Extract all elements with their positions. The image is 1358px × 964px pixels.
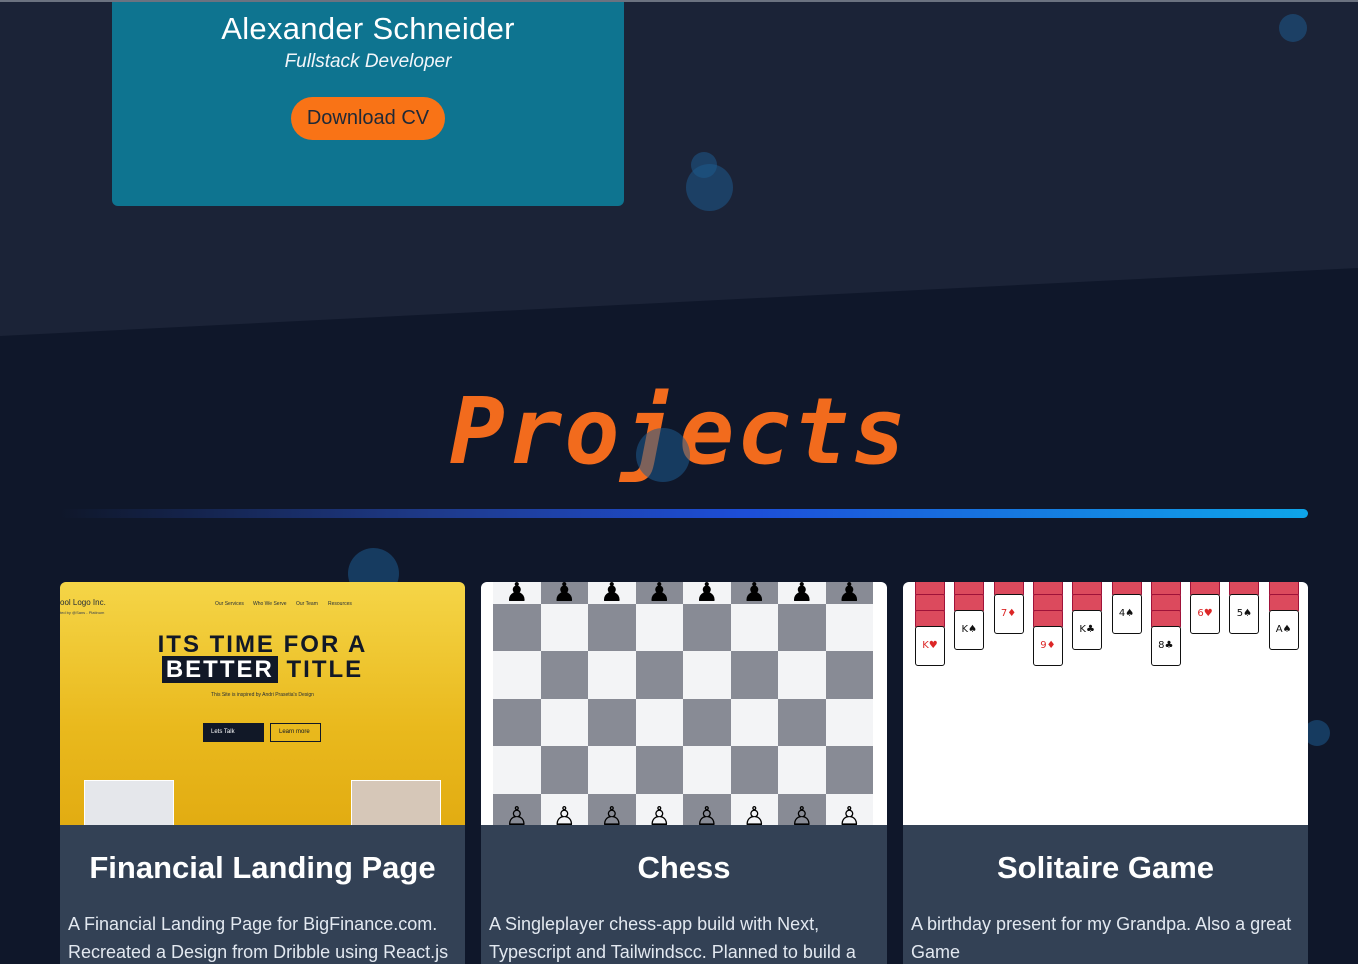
chess-square xyxy=(825,746,873,794)
project-description: A birthday present for my Grandpa. Also … xyxy=(911,914,1292,962)
playing-card-face: K♥ xyxy=(915,626,945,666)
thumb-logo: ool Logo Inc. xyxy=(60,598,106,607)
chess-square xyxy=(493,746,541,794)
thumb-photo xyxy=(351,780,441,825)
chess-square xyxy=(493,698,541,746)
chess-square xyxy=(635,746,683,794)
playing-card-face: K♠ xyxy=(954,610,985,650)
white-pawn-icon: ♙ xyxy=(790,802,814,825)
black-pawn-icon: ♟ xyxy=(552,582,576,608)
chess-square xyxy=(588,651,636,699)
chess-square xyxy=(493,651,541,699)
chess-square xyxy=(825,698,873,746)
decorative-bubble xyxy=(691,152,717,178)
white-pawn-icon: ♙ xyxy=(647,802,671,825)
project-description: A Singleplayer chess-app build with Next… xyxy=(489,914,856,962)
financial-thumbnail[interactable]: ool Logo Inc. ted by @Sans - Platinum Ou… xyxy=(60,582,465,825)
playing-card-face: 4♠ xyxy=(1111,594,1142,634)
chess-square xyxy=(730,651,778,699)
chess-square xyxy=(778,746,826,794)
project-description: A Financial Landing Page for BigFinance.… xyxy=(68,914,449,962)
profile-name: Alexander Schneider xyxy=(221,11,515,46)
chess-square xyxy=(588,698,636,746)
chess-square xyxy=(588,603,636,651)
chess-square xyxy=(778,651,826,699)
thumb-nav-item: Resources xyxy=(328,601,352,607)
chess-square xyxy=(730,746,778,794)
thumb-logo-sub: ted by @Sans - Platinum xyxy=(60,610,105,615)
white-pawn-icon: ♙ xyxy=(837,802,861,825)
thumb-nav-item: Our Team xyxy=(296,601,318,607)
thumb-learn-more-button: Learn more xyxy=(270,723,321,742)
playing-card-face: 7♦ xyxy=(993,594,1024,634)
thumb-nav-item: Our Services xyxy=(215,601,244,607)
chess-square xyxy=(683,651,731,699)
chess-square xyxy=(778,698,826,746)
black-pawn-icon: ♟ xyxy=(790,582,814,608)
thumb-photo xyxy=(84,780,174,825)
profile-card: Alexander Schneider Fullstack Developer … xyxy=(112,2,624,206)
black-pawn-icon: ♟ xyxy=(695,582,719,608)
project-card-financial[interactable]: ool Logo Inc. ted by @Sans - Platinum Ou… xyxy=(60,582,465,964)
chess-square xyxy=(825,603,873,651)
chess-square xyxy=(635,603,683,651)
chess-square xyxy=(683,698,731,746)
chess-square xyxy=(540,746,588,794)
project-title: Financial Landing Page xyxy=(89,850,436,885)
white-pawn-icon: ♙ xyxy=(695,802,719,825)
thumb-lets-talk-button: Lets Talk xyxy=(203,723,264,742)
chess-square xyxy=(683,603,731,651)
playing-card-face: 9♦ xyxy=(1032,626,1063,666)
chess-square xyxy=(588,746,636,794)
chess-square xyxy=(540,698,588,746)
thumb-headline-rest: TITLE xyxy=(286,656,364,683)
profile-role: Fullstack Developer xyxy=(284,51,452,72)
decorative-bubble xyxy=(1279,14,1307,42)
project-card-chess[interactable]: ♟ ♙ ♟ ♙ ♟ ♙ ♟ ♙ ♟ ♙ ♟ ♙ ♟ ♙ ♟ ♙ Chess A Singleplayer ch… xyxy=(481,582,887,964)
project-card-solitaire[interactable]: K♥ K♠ 7♦ 9♦ K♣ 4♠ 8♣ 6♥ 5♠ A♠ Solitaire Game A bi… xyxy=(903,582,1308,964)
chess-square xyxy=(730,698,778,746)
chess-square xyxy=(683,746,731,794)
white-pawn-icon: ♙ xyxy=(505,802,529,825)
thumb-headline: ITS TIME FOR A BETTER TITLE xyxy=(60,631,465,683)
project-title: Chess xyxy=(637,850,731,885)
black-pawn-icon: ♟ xyxy=(837,582,861,608)
chess-square xyxy=(778,603,826,651)
playing-card-face: 6♥ xyxy=(1190,594,1221,634)
chess-board: ♟ ♙ ♟ ♙ ♟ ♙ ♟ ♙ ♟ ♙ ♟ ♙ ♟ ♙ ♟ ♙ xyxy=(493,582,873,825)
black-pawn-icon: ♟ xyxy=(742,582,766,608)
thumb-tagline: This Site is inspired by Andri Prasetia'… xyxy=(211,692,314,698)
chess-square xyxy=(730,603,778,651)
playing-card-face: 8♣ xyxy=(1150,626,1181,666)
thumb-headline-line1: ITS TIME FOR A xyxy=(157,631,368,658)
solitaire-thumbnail[interactable]: K♥ K♠ 7♦ 9♦ K♣ 4♠ 8♣ 6♥ 5♠ A♠ xyxy=(903,582,1308,825)
playing-card-face: K♣ xyxy=(1072,610,1103,650)
thumb-nav-item: Who We Serve xyxy=(253,601,287,607)
white-pawn-icon: ♙ xyxy=(552,802,576,825)
black-pawn-icon: ♟ xyxy=(647,582,671,608)
section-divider xyxy=(60,509,1308,518)
white-pawn-icon: ♙ xyxy=(742,802,766,825)
thumb-headline-highlight: BETTER xyxy=(161,656,278,683)
chess-square xyxy=(540,651,588,699)
playing-card-face: A♠ xyxy=(1268,610,1299,650)
chess-square xyxy=(635,651,683,699)
chess-square xyxy=(493,603,541,651)
black-pawn-icon: ♟ xyxy=(505,582,529,608)
download-cv-button[interactable]: Download CV xyxy=(290,97,446,140)
playing-card-face: 5♠ xyxy=(1229,594,1260,634)
black-pawn-icon: ♟ xyxy=(600,582,624,608)
chess-square xyxy=(825,651,873,699)
chess-thumbnail[interactable]: ♟ ♙ ♟ ♙ ♟ ♙ ♟ ♙ ♟ ♙ ♟ ♙ ♟ ♙ ♟ ♙ xyxy=(481,582,887,825)
white-pawn-icon: ♙ xyxy=(600,802,624,825)
chess-square xyxy=(635,698,683,746)
project-title: Solitaire Game xyxy=(996,850,1215,885)
decorative-bubble xyxy=(636,428,690,482)
chess-square xyxy=(540,603,588,651)
